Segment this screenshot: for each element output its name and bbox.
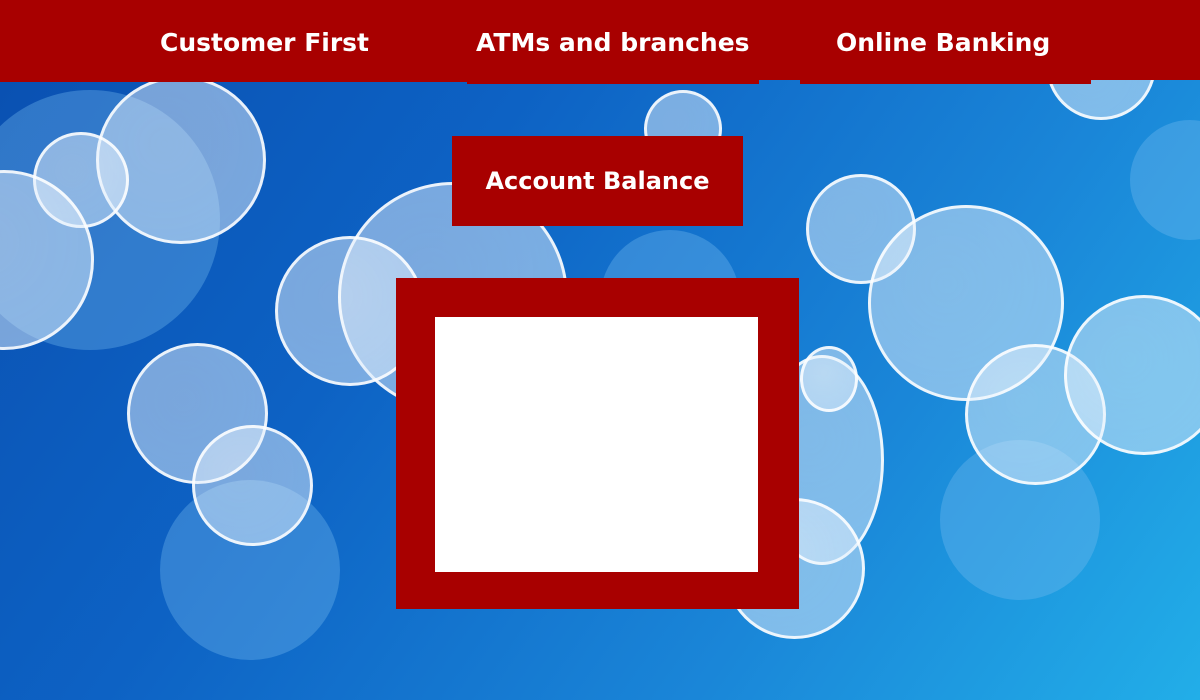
balance-display-panel bbox=[435, 317, 758, 572]
nav-atms-branches-link[interactable]: ATMs and branches bbox=[476, 0, 750, 86]
top-navigation: Customer First ATMs and branches Online … bbox=[0, 0, 1200, 84]
nav-right-segment bbox=[1091, 0, 1200, 80]
nav-divider-segment bbox=[759, 0, 800, 80]
balance-display-frame bbox=[396, 278, 799, 609]
account-balance-button[interactable]: Account Balance bbox=[452, 136, 743, 226]
nav-online-banking-link[interactable]: Online Banking bbox=[836, 0, 1050, 86]
account-balance-label: Account Balance bbox=[485, 167, 710, 195]
nav-customer-first-link[interactable]: Customer First bbox=[160, 0, 369, 86]
